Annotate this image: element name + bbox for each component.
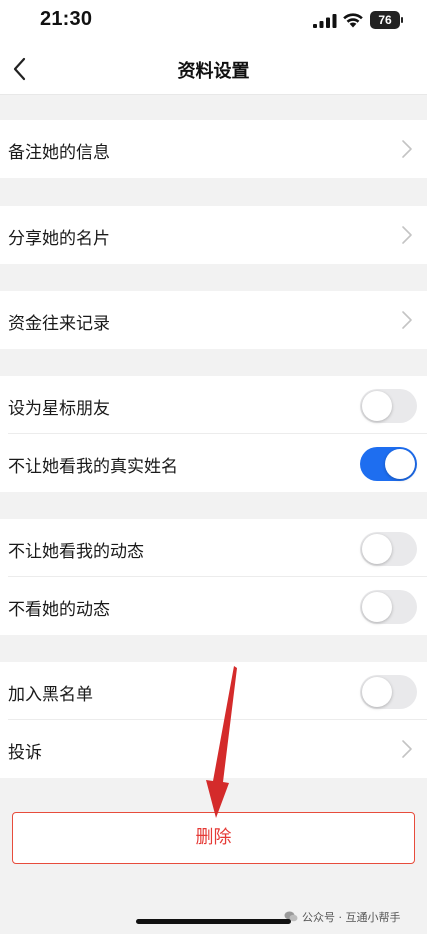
cellular-signal-icon	[313, 14, 337, 28]
hide-her-moments-label: 不看她的动态	[8, 600, 110, 620]
red-arrow-annotation	[206, 666, 237, 818]
status-bar: 21:30 76	[0, 0, 427, 44]
toggle-knob	[385, 449, 415, 479]
toggle-knob	[362, 534, 392, 564]
remark-info-label: 备注她的信息	[8, 143, 110, 163]
battery-tip	[401, 17, 403, 23]
phone-screen: 21:30 76 资料设置 备注她的信息 分享她的名片 资金往来记录 设为星标朋…	[0, 0, 427, 934]
toggle-knob	[362, 592, 392, 622]
hide-my-moments-label: 不让她看我的动态	[8, 542, 144, 562]
funds-record-label: 资金往来记录	[8, 314, 110, 334]
hide-real-name-row: 不让她看我的真实姓名	[0, 434, 427, 492]
chevron-right-icon	[402, 740, 412, 758]
toggle-knob	[362, 391, 392, 421]
report-label: 投诉	[8, 743, 42, 763]
navigation-bar: 资料设置	[0, 44, 427, 95]
hide-my-moments-row: 不让她看我的动态	[0, 519, 427, 577]
funds-record-row[interactable]: 资金往来记录	[0, 291, 427, 349]
watermark-text: 公众号 · 互通小帮手	[302, 911, 401, 924]
share-card-row[interactable]: 分享她的名片	[0, 206, 427, 264]
status-time: 21:30	[40, 8, 93, 30]
page-title: 资料设置	[177, 61, 250, 82]
blacklist-toggle[interactable]	[360, 675, 417, 709]
star-friend-row: 设为星标朋友	[0, 376, 427, 434]
battery-indicator: 76	[370, 11, 400, 29]
hide-my-moments-toggle[interactable]	[360, 532, 417, 566]
hide-real-name-toggle[interactable]	[360, 447, 417, 481]
star-friend-label: 设为星标朋友	[8, 399, 110, 419]
star-friend-toggle[interactable]	[360, 389, 417, 423]
blacklist-label: 加入黑名单	[8, 685, 93, 705]
share-card-label: 分享她的名片	[8, 229, 110, 249]
chevron-right-icon	[402, 140, 412, 158]
remark-info-row[interactable]: 备注她的信息	[0, 120, 427, 178]
watermark: 公众号 · 互通小帮手	[284, 909, 401, 927]
toggle-knob	[362, 677, 392, 707]
chevron-right-icon	[402, 226, 412, 244]
hide-real-name-label: 不让她看我的真实姓名	[8, 457, 178, 477]
home-indicator	[136, 919, 291, 924]
hide-her-moments-toggle[interactable]	[360, 590, 417, 624]
wifi-icon	[343, 13, 363, 28]
chevron-right-icon	[402, 311, 412, 329]
hide-her-moments-row: 不看她的动态	[0, 577, 427, 635]
